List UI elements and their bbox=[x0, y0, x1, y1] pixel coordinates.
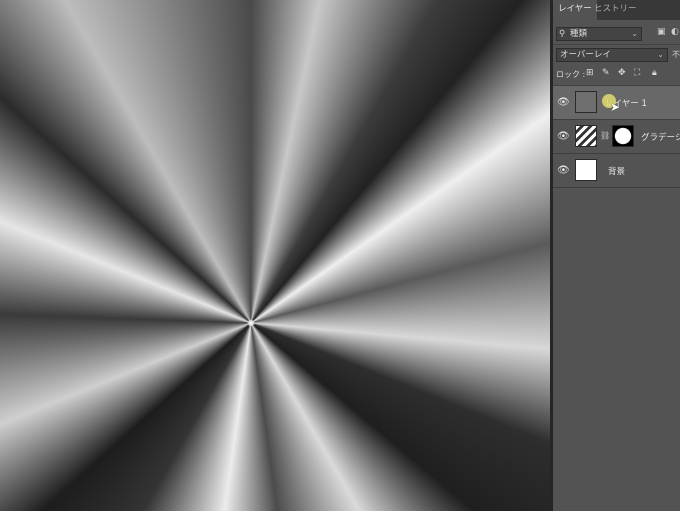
layer-thumbnail bbox=[575, 91, 597, 113]
filter-kind-label: 種類 bbox=[570, 29, 588, 39]
panel-tab-bar: レイヤー ヒストリー bbox=[553, 0, 680, 20]
divider bbox=[553, 44, 680, 45]
visibility-eye-icon[interactable]: 👁︎ bbox=[557, 97, 570, 108]
layer-thumbnail bbox=[575, 159, 597, 181]
gradient-center-highlight bbox=[247, 319, 255, 327]
blend-mode-value: オーバーレイ bbox=[560, 50, 611, 60]
chevron-down-icon: ⌄ bbox=[631, 29, 638, 38]
gradient-fill-thumbnail bbox=[575, 125, 597, 147]
adjustment-filter-icon[interactable]: ◐ bbox=[671, 27, 679, 37]
layer-name[interactable]: 背景 bbox=[608, 165, 625, 177]
visibility-eye-icon[interactable]: 👁︎ bbox=[557, 131, 570, 142]
search-icon: ⚲ bbox=[559, 29, 566, 39]
lock-transparent-pixels-icon[interactable]: ⊞ bbox=[586, 68, 594, 78]
layer-row-gradient[interactable]: 👁︎ ⛓ グラデーシ bbox=[553, 120, 680, 154]
visibility-eye-icon[interactable]: 👁︎ bbox=[557, 165, 570, 176]
lock-artboard-icon[interactable]: ⛶ bbox=[634, 68, 640, 78]
layers-panel: レイヤー ヒストリー ⚲ 種類 ⌄ ▣ ◐ オーバーレイ ⌄ 不 ロック : ⊞… bbox=[553, 0, 680, 511]
lock-all-icon[interactable]: 🔒︎ bbox=[652, 68, 657, 78]
filter-kind-dropdown[interactable]: ⚲ 種類 ⌄ bbox=[556, 27, 642, 41]
lock-label: ロック : bbox=[556, 70, 586, 79]
layer-mask-thumbnail[interactable] bbox=[612, 125, 634, 147]
lock-row: ロック : ⊞ ✎ ✥ ⛶ 🔒︎ bbox=[553, 68, 680, 84]
lock-position-icon[interactable]: ✥ bbox=[618, 68, 626, 78]
image-filter-icon[interactable]: ▣ bbox=[657, 27, 666, 37]
layer-row-background[interactable]: 👁︎ 背景 bbox=[553, 154, 680, 188]
blend-mode-dropdown[interactable]: オーバーレイ ⌄ bbox=[556, 48, 668, 62]
layer-filter-row: ⚲ 種類 ⌄ ▣ ◐ bbox=[553, 24, 680, 44]
tab-history[interactable]: ヒストリー bbox=[589, 0, 642, 20]
lock-image-pixels-icon[interactable]: ✎ bbox=[602, 68, 610, 78]
link-chain-icon[interactable]: ⛓ bbox=[600, 131, 610, 140]
chevron-down-icon: ⌄ bbox=[657, 50, 664, 59]
layer-name[interactable]: グラデーシ bbox=[641, 131, 680, 143]
mouse-cursor-icon: ➤ bbox=[610, 100, 621, 114]
opacity-label: 不 bbox=[672, 50, 680, 59]
document-canvas[interactable] bbox=[0, 0, 550, 511]
